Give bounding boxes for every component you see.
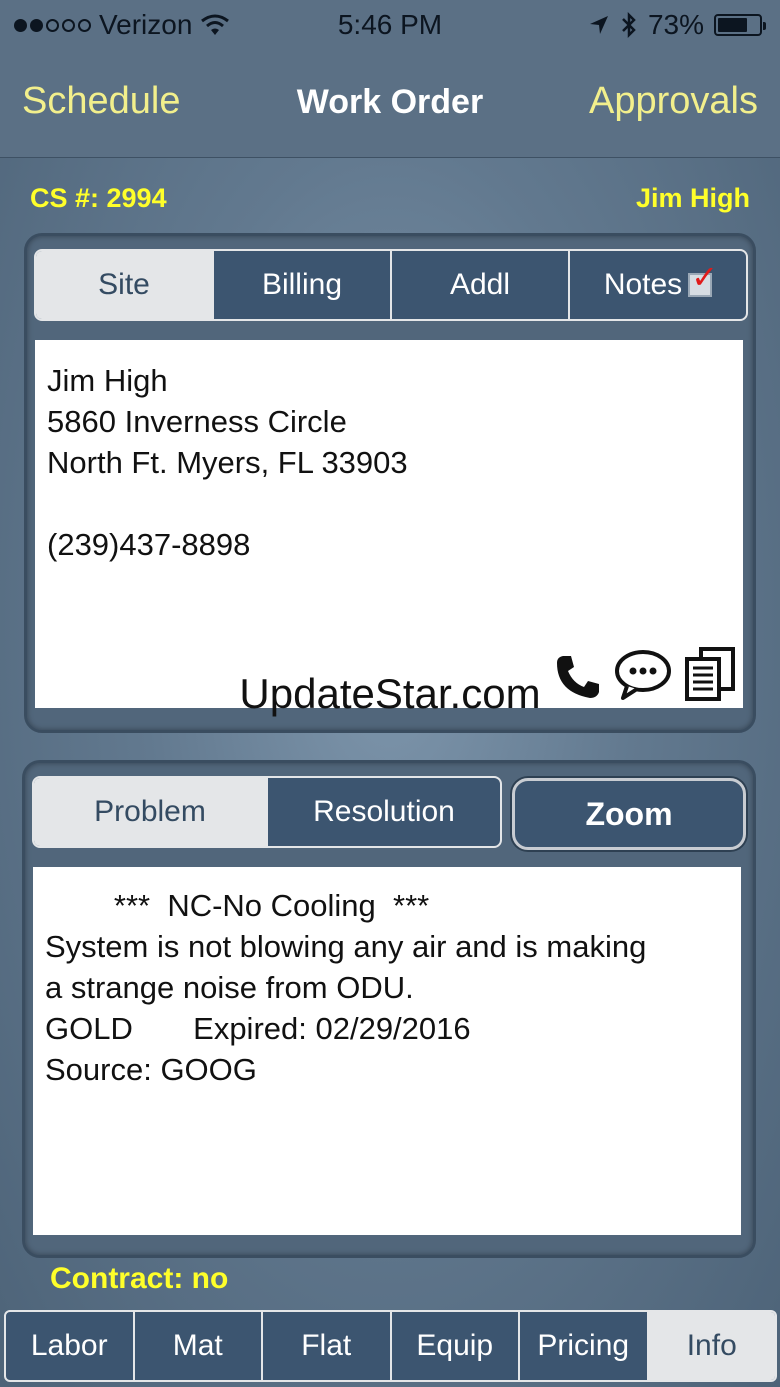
problem-plan: GOLD Expired: 02/29/2016	[45, 1011, 471, 1046]
site-name: Jim High	[47, 363, 168, 398]
zoom-button[interactable]: Zoom	[512, 778, 746, 850]
tab-problem-label: Problem	[94, 795, 206, 828]
notes-checked-icon: ✓	[688, 261, 718, 297]
site-details: Jim High 5860 Inverness Circle North Ft.…	[35, 340, 743, 708]
tab-pricing-label: Pricing	[537, 1329, 630, 1362]
problem-description-2: a strange noise from ODU.	[45, 970, 414, 1005]
phone-icon[interactable]	[553, 652, 603, 702]
message-icon[interactable]	[613, 648, 673, 702]
tab-site-label: Site	[98, 268, 150, 301]
tab-addl[interactable]: Addl	[390, 251, 568, 319]
tab-flat-label: Flat	[301, 1329, 352, 1362]
tab-notes[interactable]: Notes ✓	[568, 251, 746, 319]
tab-mat-label: Mat	[172, 1329, 223, 1362]
problem-source: Source: GOOG	[45, 1052, 257, 1087]
problem-title: *** NC-No Cooling ***	[45, 888, 430, 923]
bottom-tab-bar: Labor Mat Flat Equip Pricing Info	[4, 1310, 777, 1382]
tab-mat[interactable]: Mat	[132, 1312, 262, 1380]
tab-equip-label: Equip	[416, 1329, 494, 1362]
bluetooth-icon	[622, 11, 636, 39]
status-right: 73%	[588, 9, 766, 41]
tab-info[interactable]: Info	[646, 1312, 775, 1380]
tab-notes-label: Notes	[603, 268, 683, 301]
tab-site[interactable]: Site	[36, 251, 212, 319]
tab-info-label: Info	[686, 1329, 737, 1362]
site-blank-line	[47, 483, 731, 524]
tab-billing-label: Billing	[261, 268, 343, 301]
approvals-button[interactable]: Approvals	[589, 80, 758, 123]
cs-number: CS #: 2994	[30, 183, 167, 213]
problem-details: *** NC-No Cooling *** System is not blow…	[33, 867, 741, 1235]
tab-pricing[interactable]: Pricing	[518, 1312, 647, 1380]
site-phone[interactable]: (239)437-8898	[47, 524, 731, 565]
tab-billing[interactable]: Billing	[212, 251, 390, 319]
contract-status: Contract: no	[50, 1262, 229, 1295]
tab-labor-label: Labor	[30, 1329, 108, 1362]
tab-equip[interactable]: Equip	[389, 1312, 519, 1380]
battery-level	[718, 18, 748, 32]
navigation-bar: Schedule Work Order Approvals	[0, 50, 780, 158]
tab-labor[interactable]: Labor	[6, 1312, 133, 1380]
location-arrow-icon	[589, 16, 608, 34]
customer-name-header: Jim High	[635, 183, 750, 213]
tab-flat[interactable]: Flat	[261, 1312, 390, 1380]
problem-tab-bar: Problem Resolution	[32, 776, 502, 848]
tab-addl-label: Addl	[449, 268, 511, 301]
site-street: 5860 Inverness Circle	[47, 404, 347, 439]
tab-resolution-label: Resolution	[313, 795, 455, 828]
site-tab-bar: Site Billing Addl Notes ✓	[34, 249, 748, 321]
contact-actions	[553, 646, 739, 702]
battery-percent: 73%	[647, 9, 704, 40]
copy-icon[interactable]	[683, 646, 739, 702]
problem-description-1: System is not blowing any air and is mak…	[45, 929, 647, 964]
site-city: North Ft. Myers, FL 33903	[47, 445, 408, 480]
battery-icon	[714, 14, 766, 36]
tab-problem[interactable]: Problem	[34, 778, 266, 846]
tab-resolution[interactable]: Resolution	[266, 778, 500, 846]
status-bar: Verizon 5:46 PM 73%	[0, 0, 780, 50]
